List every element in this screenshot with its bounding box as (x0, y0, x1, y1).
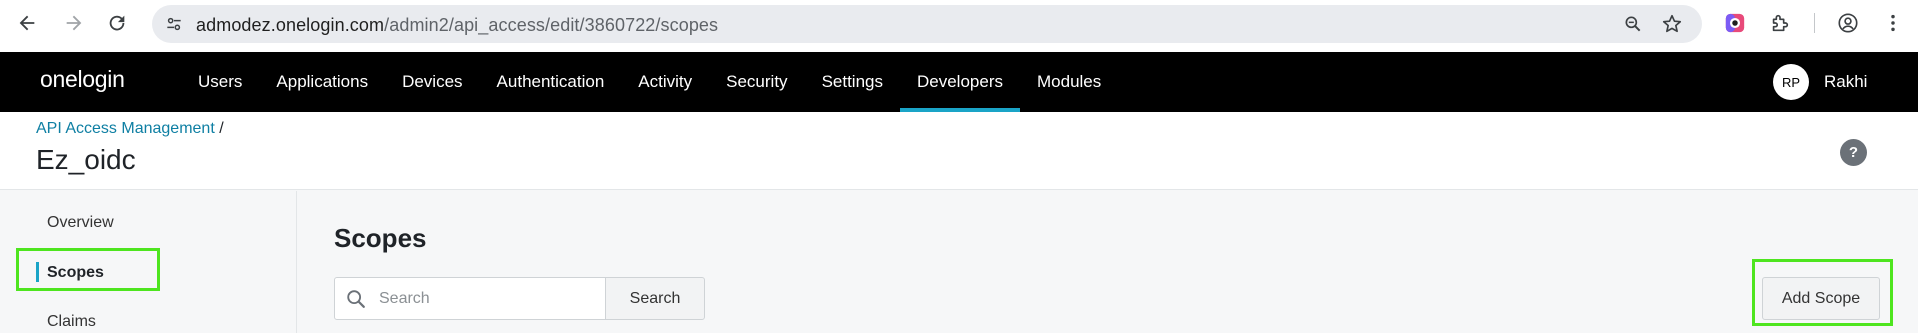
reload-icon[interactable] (102, 8, 132, 38)
nav-modules[interactable]: Modules (1020, 52, 1118, 112)
nav-security[interactable]: Security (709, 52, 804, 112)
browser-toolbar: admodez.onelogin.com/admin2/api_access/e… (0, 0, 1918, 52)
app-header: onelogin Users Applications Devices Auth… (0, 52, 1918, 112)
search-icon (344, 287, 368, 311)
page-title: Ez_oidc (36, 144, 136, 175)
puzzle-icon[interactable] (1767, 10, 1793, 36)
more-icon[interactable] (1880, 10, 1906, 36)
section-title: Scopes (334, 223, 427, 253)
onelogin-logo[interactable]: onelogin (40, 66, 125, 93)
sidebar-item-claims[interactable]: Claims (47, 313, 96, 331)
breadcrumb-separator: / (214, 120, 224, 137)
search-button[interactable]: Search (605, 277, 705, 320)
toolbar-divider (1814, 13, 1815, 33)
main-nav: Users Applications Devices Authenticatio… (181, 52, 1118, 112)
highlight-box-add-scope (1752, 259, 1893, 326)
nav-activity[interactable]: Activity (621, 52, 709, 112)
nav-applications[interactable]: Applications (259, 52, 385, 112)
highlight-box-scopes (16, 248, 160, 291)
nav-devices[interactable]: Devices (385, 52, 479, 112)
avatar[interactable]: RP (1773, 64, 1809, 100)
nav-authentication[interactable]: Authentication (480, 52, 622, 112)
address-bar[interactable]: admodez.onelogin.com/admin2/api_access/e… (152, 5, 1702, 43)
profile-icon[interactable] (1835, 10, 1861, 36)
back-icon[interactable] (12, 8, 42, 38)
site-info-icon[interactable] (162, 12, 186, 36)
user-name[interactable]: Rakhi (1824, 72, 1867, 92)
nav-users[interactable]: Users (181, 52, 259, 112)
forward-icon[interactable] (59, 8, 89, 38)
breadcrumb-link-api-access[interactable]: API Access Management (36, 120, 215, 137)
page-header: API Access Management / Ez_oidc ? (0, 112, 1918, 190)
nav-developers[interactable]: Developers (900, 52, 1020, 112)
nav-settings[interactable]: Settings (805, 52, 900, 112)
search-input[interactable] (379, 278, 599, 319)
zoom-icon[interactable] (1621, 12, 1645, 36)
sidebar-item-overview[interactable]: Overview (47, 214, 114, 232)
extension-color-icon[interactable] (1722, 10, 1748, 36)
search-field (334, 277, 606, 320)
breadcrumb: API Access Management / (36, 120, 224, 138)
star-icon[interactable] (1660, 12, 1684, 36)
url-text: admodez.onelogin.com/admin2/api_access/e… (196, 15, 719, 35)
help-icon[interactable]: ? (1840, 139, 1867, 166)
